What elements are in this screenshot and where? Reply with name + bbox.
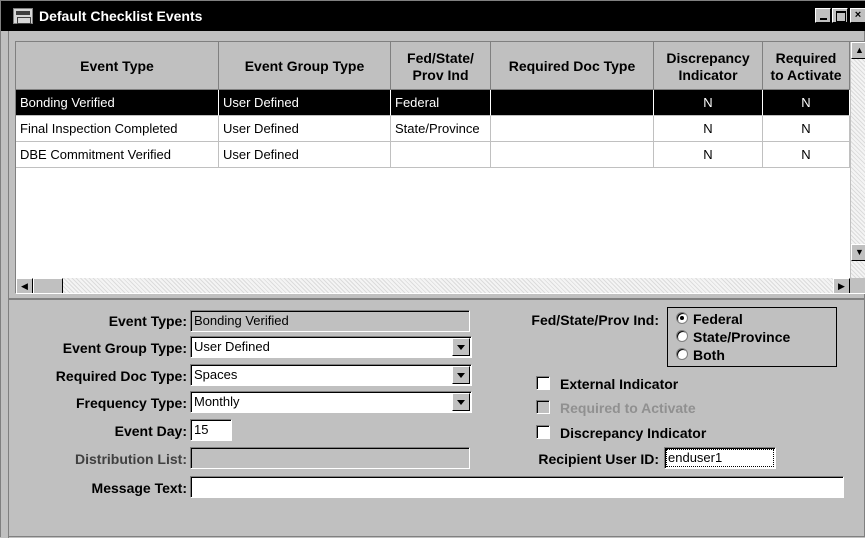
- horizontal-scrollbar[interactable]: ◀ ▶: [16, 278, 850, 293]
- cell-required-to-activate: N: [763, 142, 850, 168]
- scrollbar-corner: [850, 278, 865, 293]
- cell-event-group-type: User Defined: [219, 90, 391, 116]
- title-bar[interactable]: Default Checklist Events ×: [1, 1, 865, 31]
- message-text-input[interactable]: [190, 476, 844, 498]
- event-day-label: Event Day:: [114, 423, 187, 439]
- cell-discrepancy-indicator: N: [654, 90, 763, 116]
- cell-required-to-activate: N: [763, 90, 850, 116]
- window-title: Default Checklist Events: [39, 8, 203, 24]
- cell-event-type: DBE Commitment Verified: [16, 142, 219, 168]
- vertical-scrollbar[interactable]: ▲ ▼: [850, 42, 865, 278]
- scroll-down-button[interactable]: ▼: [851, 244, 865, 261]
- event-day-input[interactable]: 15: [190, 419, 232, 441]
- scroll-left-button[interactable]: ◀: [16, 278, 33, 293]
- cell-fed-state-prov-ind: Federal: [391, 90, 491, 116]
- horizontal-scroll-thumb[interactable]: [33, 278, 63, 293]
- radio-state-province[interactable]: State/Province: [676, 329, 790, 347]
- scroll-up-button[interactable]: ▲: [851, 42, 865, 59]
- cell-required-to-activate: N: [763, 116, 850, 142]
- cell-event-type: Final Inspection Completed: [16, 116, 219, 142]
- column-header-discrepancy-indicator[interactable]: Discrepancy Indicator: [654, 42, 763, 90]
- cell-required-doc-type: [491, 142, 654, 168]
- cell-fed-state-prov-ind: [391, 142, 491, 168]
- radio-federal[interactable]: Federal: [676, 311, 743, 329]
- required-doc-type-label: Required Doc Type:: [55, 368, 187, 384]
- chevron-down-icon[interactable]: [452, 338, 470, 356]
- event-group-type-value: User Defined: [194, 339, 270, 354]
- cell-fed-state-prov-ind: State/Province: [391, 116, 491, 142]
- event-type-field[interactable]: Bonding Verified: [190, 310, 470, 332]
- recipient-user-id-label: Recipient User ID:: [538, 451, 659, 467]
- radio-button[interactable]: [676, 330, 688, 343]
- event-detail-form: Event Type: Bonding Verified Event Group…: [9, 298, 865, 538]
- default-checklist-events-window: Default Checklist Events × Event Type Ev…: [0, 0, 865, 538]
- message-text-label: Message Text:: [91, 480, 187, 496]
- distribution-list-label: Distribution List:: [75, 451, 187, 467]
- chevron-down-icon[interactable]: [452, 366, 470, 384]
- maximize-button[interactable]: [832, 8, 848, 23]
- table-row[interactable]: Final Inspection Completed User Defined …: [16, 116, 850, 142]
- required-doc-type-select[interactable]: Spaces: [190, 364, 472, 386]
- frequency-type-value: Monthly: [194, 394, 240, 409]
- close-button[interactable]: ×: [850, 8, 865, 23]
- radio-both[interactable]: Both: [676, 347, 725, 365]
- checkbox-box[interactable]: [536, 425, 550, 440]
- required-doc-type-value: Spaces: [194, 367, 238, 382]
- cell-required-doc-type: [491, 116, 654, 142]
- event-group-type-select[interactable]: User Defined: [190, 336, 472, 358]
- radio-button[interactable]: [676, 348, 688, 361]
- event-group-type-label: Event Group Type:: [62, 340, 187, 356]
- events-grid[interactable]: Event Type Event Group Type Fed/State/ P…: [15, 41, 865, 294]
- frequency-type-label: Frequency Type:: [76, 395, 187, 411]
- fed-state-prov-ind-label: Fed/State/Prov Ind:: [531, 312, 659, 328]
- cell-event-group-type: User Defined: [219, 142, 391, 168]
- discrepancy-indicator-checkbox[interactable]: Discrepancy Indicator: [536, 425, 706, 443]
- cell-event-type: Bonding Verified: [16, 90, 219, 116]
- column-header-fed-state-prov-ind[interactable]: Fed/State/ Prov Ind: [391, 42, 491, 90]
- checkbox-box: [536, 400, 550, 415]
- checkbox-box[interactable]: [536, 376, 550, 391]
- minimize-button[interactable]: [815, 8, 831, 23]
- app-icon: [13, 8, 33, 24]
- cell-discrepancy-indicator: N: [654, 142, 763, 168]
- cell-required-doc-type: [491, 90, 654, 116]
- cell-event-group-type: User Defined: [219, 116, 391, 142]
- column-header-event-type[interactable]: Event Type: [16, 42, 219, 90]
- frequency-type-select[interactable]: Monthly: [190, 391, 472, 413]
- event-type-label: Event Type:: [108, 313, 187, 329]
- window-left-frame: [1, 31, 9, 538]
- radio-button-selected[interactable]: [676, 312, 688, 325]
- column-header-event-group-type[interactable]: Event Group Type: [219, 42, 391, 90]
- column-header-required-to-activate[interactable]: Required to Activate: [763, 42, 850, 90]
- scroll-right-button[interactable]: ▶: [833, 278, 850, 293]
- required-to-activate-checkbox: Required to Activate: [536, 400, 696, 418]
- cell-discrepancy-indicator: N: [654, 116, 763, 142]
- column-header-required-doc-type[interactable]: Required Doc Type: [491, 42, 654, 90]
- distribution-list-field[interactable]: [190, 447, 470, 469]
- chevron-down-icon[interactable]: [452, 393, 470, 411]
- table-row[interactable]: Bonding Verified User Defined Federal N …: [16, 90, 850, 116]
- table-row[interactable]: DBE Commitment Verified User Defined N N: [16, 142, 850, 168]
- recipient-user-id-input[interactable]: enduser1: [664, 447, 776, 469]
- fed-state-prov-radio-group: Federal State/Province Both: [667, 307, 837, 367]
- external-indicator-checkbox[interactable]: External Indicator: [536, 376, 678, 394]
